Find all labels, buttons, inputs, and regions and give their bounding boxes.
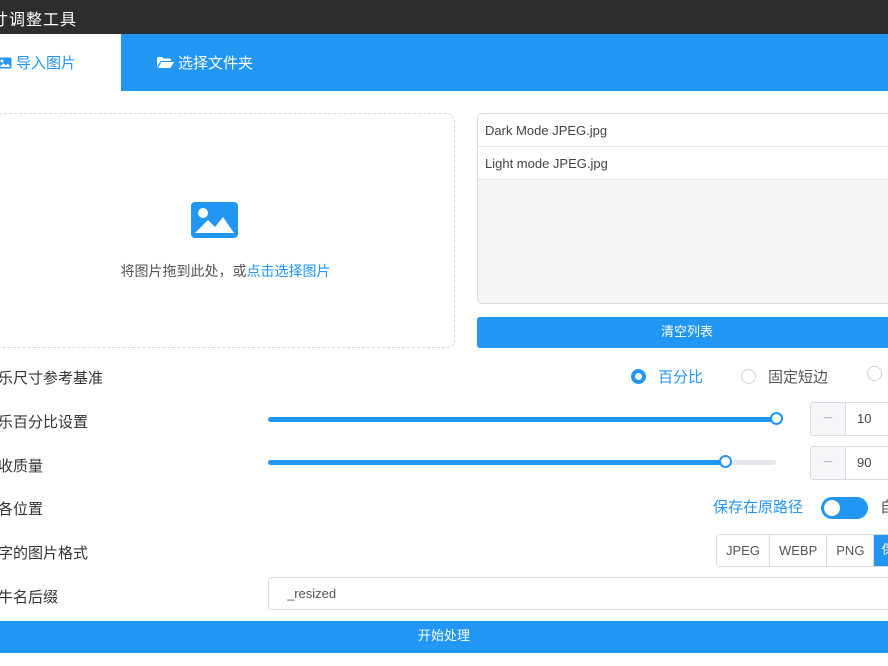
radio-label: 固定短边 — [768, 368, 829, 386]
slider-thumb[interactable] — [770, 412, 783, 425]
save-location-toggle[interactable] — [821, 497, 868, 519]
tab-label: 导入图片 — [16, 54, 77, 72]
select-image-link[interactable]: 点击选择图片 — [247, 264, 331, 280]
radio-dot — [631, 369, 646, 384]
slider-thumb[interactable] — [719, 455, 732, 468]
radio-dot — [867, 366, 882, 381]
save-location-label: 各位置 — [0, 500, 44, 518]
radio-percentage[interactable]: 百分比 — [631, 366, 703, 387]
list-item[interactable]: Dark Mode JPEG.jpg — [478, 114, 888, 147]
toggle-knob — [824, 500, 840, 516]
tab-label: 选择文件夹 — [178, 54, 254, 72]
percent-setting-label: 乐百分比设置 — [0, 413, 89, 431]
size-basis-label: 乐尺寸参考基准 — [0, 369, 104, 387]
radio-label: 百分比 — [658, 368, 704, 386]
quality-value[interactable]: 90 — [857, 447, 871, 479]
start-processing-button[interactable]: 开始处理 — [0, 621, 888, 653]
percent-value[interactable]: 10 — [857, 403, 871, 435]
tab-select-folder[interactable]: 选择文件夹 — [157, 34, 253, 91]
folder-open-icon — [157, 56, 178, 69]
slider-fill — [268, 417, 776, 422]
radio-dot — [741, 369, 756, 384]
save-in-original-path-label: 保存在原路径 — [713, 498, 804, 516]
slider-fill — [268, 460, 725, 465]
decrement-button[interactable]: − — [811, 447, 846, 479]
app-title: 寸调整工具 — [0, 10, 78, 29]
custom-path-label: 自 — [880, 498, 888, 516]
format-option-webp[interactable]: WEBP — [769, 535, 828, 566]
tab-import-images[interactable]: 导入图片 — [0, 34, 121, 91]
percent-stepper[interactable]: − 10 — [810, 402, 888, 436]
image-dropzone[interactable]: 将图片拖到此处，或点击选择图片 — [0, 113, 455, 348]
format-option-jpeg[interactable]: JPEG — [717, 535, 770, 566]
format-option-png[interactable]: PNG — [827, 535, 875, 566]
image-icon — [191, 202, 238, 242]
quality-slider[interactable] — [268, 452, 776, 472]
clear-list-button[interactable]: 清空列表 — [477, 317, 888, 348]
output-format-label: 字的图片格式 — [0, 544, 89, 562]
quality-label: 收质量 — [0, 457, 44, 475]
radio-fixed-short-side[interactable]: 固定短边 — [741, 366, 828, 387]
tab-bar: 导入图片 选择文件夹 — [0, 34, 888, 91]
radio-third-option[interactable] — [867, 366, 888, 381]
image-icon — [0, 57, 16, 69]
quality-stepper[interactable]: − 90 — [810, 446, 888, 480]
decrement-button[interactable]: − — [811, 403, 846, 435]
filename-suffix-label: 牛名后缀 — [0, 588, 59, 606]
dropzone-hint: 将图片拖到此处，或点击选择图片 — [0, 261, 454, 281]
title-bar: 寸调整工具 — [0, 0, 888, 34]
format-selector: JPEG WEBP PNG 保 — [716, 534, 888, 567]
format-option-keep-original[interactable]: 保 — [874, 535, 888, 566]
percent-slider[interactable] — [268, 409, 783, 429]
dropzone-hint-text: 将图片拖到此处，或 — [120, 264, 247, 280]
filename-suffix-input[interactable] — [268, 577, 888, 610]
list-item[interactable]: Light mode JPEG.jpg — [478, 147, 888, 180]
file-list: Dark Mode JPEG.jpg Light mode JPEG.jpg — [477, 113, 888, 304]
